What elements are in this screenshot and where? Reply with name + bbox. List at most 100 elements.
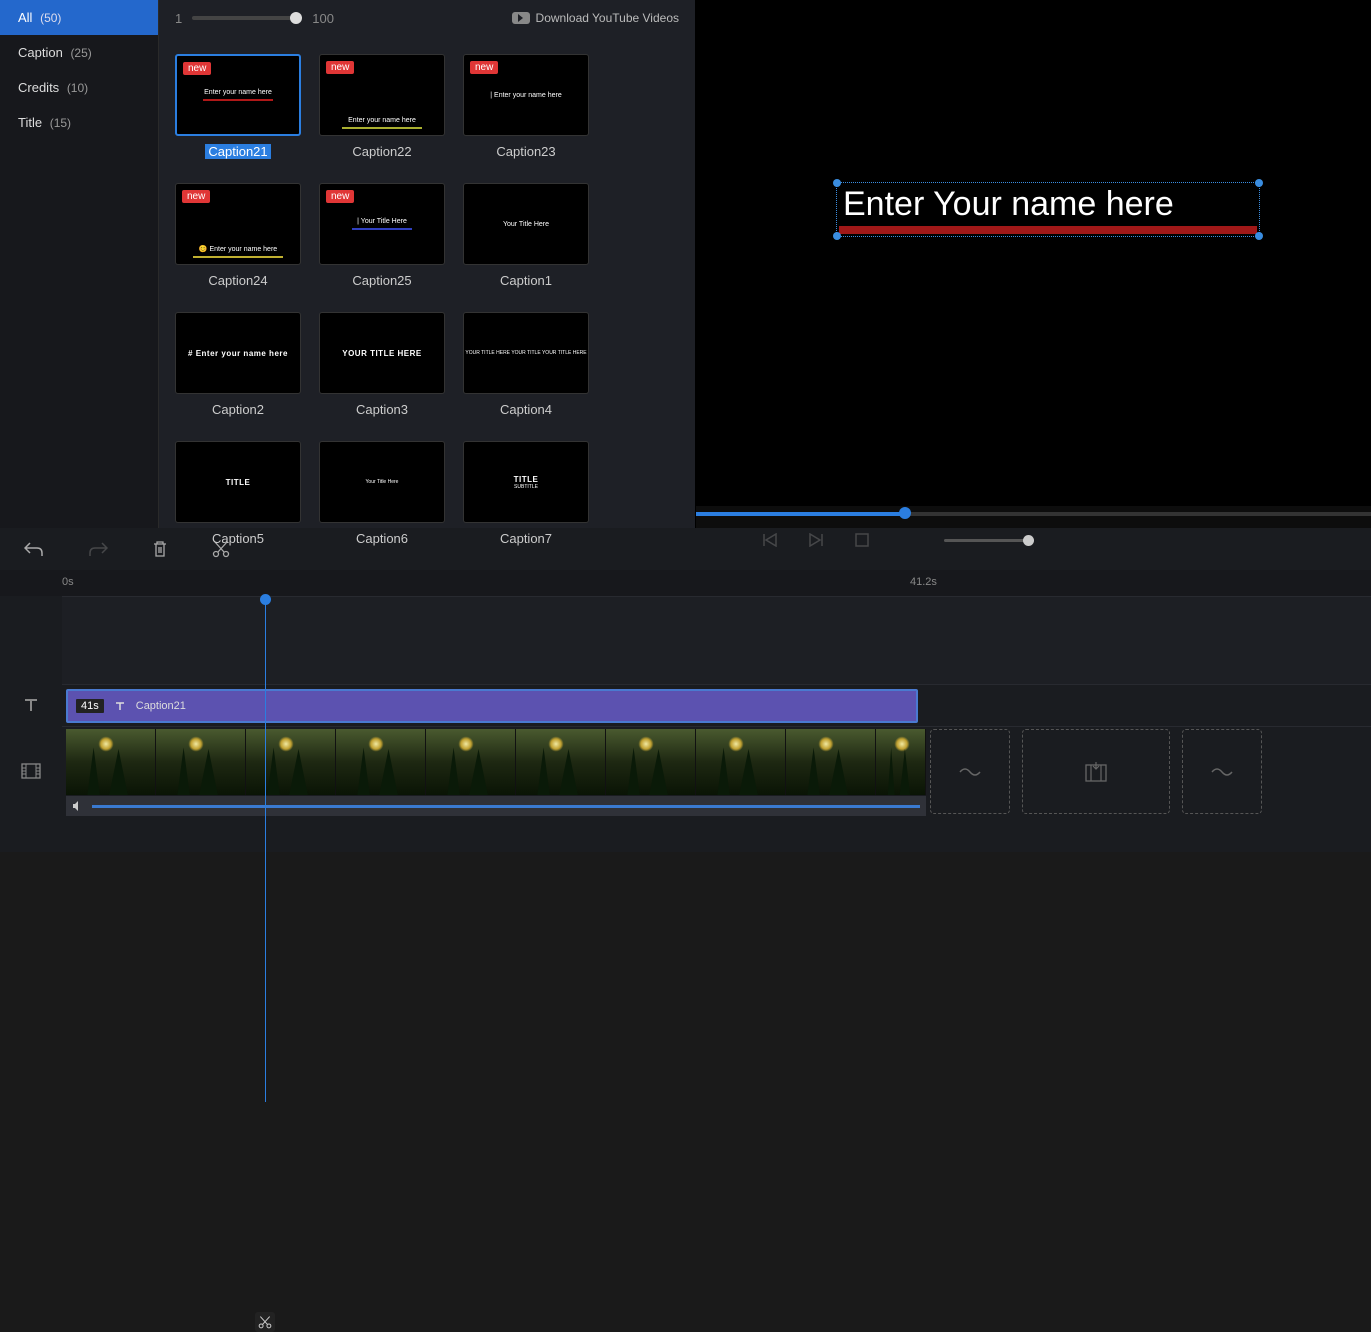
volume-slider[interactable] [944, 539, 1034, 542]
track-label-video [0, 726, 62, 816]
thumbnail-label: Caption22 [352, 144, 411, 159]
thumbnail-item[interactable]: YOUR TITLE HERE Caption3 [319, 312, 445, 417]
zoom-max-label: 100 [312, 11, 334, 26]
sidebar-item-credits[interactable]: Credits (10) [0, 70, 158, 105]
sidebar-item-caption[interactable]: Caption (25) [0, 35, 158, 70]
redo-button[interactable] [88, 541, 108, 557]
thumbnail-preview[interactable]: # Enter your name here [175, 312, 301, 394]
ruler-start-label: 0s [62, 576, 74, 588]
thumbnail-item[interactable]: Your Title Here Caption6 [319, 441, 445, 546]
new-badge: new [326, 61, 354, 74]
resize-handle[interactable] [833, 232, 841, 240]
speaker-icon [72, 800, 84, 812]
thumbnail-item[interactable]: new| Enter your name hereCaption23 [463, 54, 589, 159]
scrub-thumb[interactable] [899, 507, 911, 519]
sidebar-label: Title [18, 115, 42, 130]
thumbnail-underline [352, 228, 412, 230]
sidebar-item-title[interactable]: Title (15) [0, 105, 158, 140]
audio-clip[interactable] [66, 796, 926, 816]
video-frame [786, 729, 876, 795]
track-label-text [0, 684, 62, 726]
thumbnail-text: Your Title Here [366, 479, 399, 485]
thumbnail-preview[interactable]: new| Enter your name here [463, 54, 589, 136]
volume-thumb[interactable] [1023, 535, 1034, 546]
timeline-ruler[interactable]: 0s 41.2s [0, 570, 1371, 596]
sidebar-label: All [18, 10, 32, 25]
thumbnail-zoom-slider[interactable] [192, 16, 302, 20]
media-drop-zone[interactable] [1022, 729, 1170, 814]
overlay-text[interactable]: Enter Your name here [839, 185, 1257, 224]
thumbnail-preview[interactable]: YOUR TITLE HERE [319, 312, 445, 394]
thumbnail-label: Caption3 [356, 402, 408, 417]
thumbnail-item[interactable]: new Enter your name here Caption22 [319, 54, 445, 159]
download-youtube-link[interactable]: Download YouTube Videos [512, 11, 679, 25]
thumbnail-preview[interactable]: TITLESUBTITLE [463, 441, 589, 523]
thumbnail-preview[interactable]: new Enter your name here [319, 54, 445, 136]
new-badge: new [326, 190, 354, 203]
thumbnail-item[interactable]: YOUR TITLE HERE YOUR TITLE YOUR TITLE HE… [463, 312, 589, 417]
thumbnail-item[interactable]: TITLE Caption5 [175, 441, 301, 546]
thumbnail-label: Caption24 [208, 273, 267, 288]
thumbnail-text: TITLE [226, 478, 251, 487]
thumbnail-preview[interactable]: Your Title Here [463, 183, 589, 265]
audio-waveform [92, 805, 920, 808]
resize-handle[interactable] [1255, 232, 1263, 240]
thumbnail-item[interactable]: new 😊 Enter your name here Caption24 [175, 183, 301, 288]
preview-scrubber[interactable] [696, 512, 1371, 516]
scrub-fill [696, 512, 905, 516]
transition-drop-zone[interactable] [1182, 729, 1262, 814]
zoom-min-label: 1 [175, 11, 182, 26]
playhead-split-icon[interactable] [255, 1312, 275, 1332]
thumbnail-item[interactable]: # Enter your name here Caption2 [175, 312, 301, 417]
transition-drop-zone[interactable] [930, 729, 1010, 814]
thumbnail-text: Enter your name here [320, 117, 444, 124]
thumbnail-preview[interactable]: newEnter your name here [175, 54, 301, 136]
prev-frame-button[interactable] [760, 530, 780, 550]
video-frame [156, 729, 246, 795]
thumbnail-preview[interactable]: YOUR TITLE HERE YOUR TITLE YOUR TITLE HE… [463, 312, 589, 394]
thumbnail-label: Caption5 [212, 531, 264, 546]
text-clip[interactable]: 41s Caption21 [66, 689, 918, 723]
thumbnail-text: Enter your name here [203, 89, 273, 96]
thumbnail-text: 😊 Enter your name here [176, 245, 300, 253]
undo-button[interactable] [24, 541, 44, 557]
video-frame [426, 729, 516, 795]
thumbnail-label: Caption2 [212, 402, 264, 417]
track-label-empty [0, 596, 62, 684]
thumbnail-item[interactable]: new| Your Title HereCaption25 [319, 183, 445, 288]
thumbnail-item[interactable]: newEnter your name here Caption21 [175, 54, 301, 159]
text-track[interactable]: 41s Caption21 [62, 684, 1371, 726]
sidebar-item-all[interactable]: All (50) [0, 0, 158, 35]
thumbnail-grid: newEnter your name hereCaption21newEnter… [175, 54, 679, 546]
stop-button[interactable] [852, 530, 872, 550]
browser-header: 1 100 Download YouTube Videos [159, 0, 695, 36]
new-badge: new [470, 61, 498, 74]
playhead-handle[interactable] [260, 594, 271, 605]
thumbnail-underline [342, 127, 422, 129]
thumbnail-item[interactable]: TITLESUBTITLECaption7 [463, 441, 589, 546]
text-overlay[interactable]: Enter Your name here [836, 182, 1260, 237]
tracks-area: 41s Caption21 [0, 596, 1371, 852]
thumbnail-preview[interactable]: new 😊 Enter your name here [175, 183, 301, 265]
text-icon [114, 700, 126, 712]
next-frame-button[interactable] [806, 530, 826, 550]
resize-handle[interactable] [833, 179, 841, 187]
playhead[interactable] [265, 596, 266, 1102]
zoom-thumb[interactable] [290, 12, 302, 24]
empty-track[interactable] [62, 596, 1371, 684]
thumbnail-text: TITLE [514, 475, 539, 484]
preview-canvas[interactable]: Enter Your name here [696, 0, 1371, 506]
sidebar-count: (50) [40, 11, 61, 25]
new-badge: new [182, 190, 210, 203]
thumbnail-preview[interactable]: TITLE [175, 441, 301, 523]
thumbnail-item[interactable]: Your Title Here Caption1 [463, 183, 589, 288]
sidebar-count: (10) [67, 81, 88, 95]
video-frame [516, 729, 606, 795]
thumbnail-label: Caption1 [500, 273, 552, 288]
video-clip[interactable] [66, 729, 926, 795]
thumbnail-preview[interactable]: Your Title Here [319, 441, 445, 523]
thumbnail-label: Caption21 [205, 144, 270, 159]
resize-handle[interactable] [1255, 179, 1263, 187]
thumbnail-label: Caption6 [356, 531, 408, 546]
thumbnail-preview[interactable]: new| Your Title Here [319, 183, 445, 265]
